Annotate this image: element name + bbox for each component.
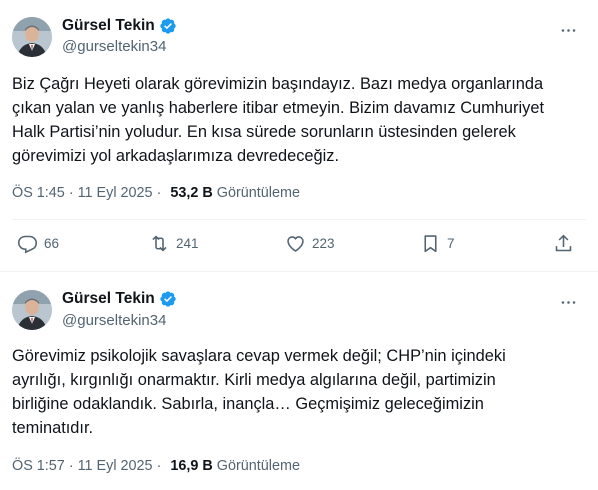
author-handle[interactable]: @gurseltekin34 xyxy=(62,38,166,55)
tweet-meta: ÖS 1:45 · 11 Eyl 2025 · 53,2 B Görüntüle… xyxy=(12,185,300,201)
avatar[interactable] xyxy=(12,290,52,330)
share-button[interactable] xyxy=(553,233,574,254)
more-icon[interactable] xyxy=(558,292,578,312)
meta-separator: · xyxy=(156,458,162,474)
tweet-text: Biz Çağrı Heyeti olarak görevimizin başı… xyxy=(12,75,545,165)
meta-separator: · xyxy=(156,185,162,201)
author-handle[interactable]: @gurseltekin34 xyxy=(62,312,166,329)
reply-count: 66 xyxy=(44,236,60,251)
divider xyxy=(12,219,586,220)
tweet-date[interactable]: 11 Eyl 2025 xyxy=(78,458,153,474)
share-icon xyxy=(555,234,572,252)
tweet-meta: ÖS 1:57 · 11 Eyl 2025 · 16,9 B Görüntüle… xyxy=(12,458,300,474)
tweet-text: Görevimiz psikolojik savaşlara cevap ver… xyxy=(12,347,506,437)
bookmark-button[interactable]: 7 xyxy=(420,233,455,254)
tweet-time[interactable]: ÖS 1:45 xyxy=(12,185,65,201)
author-name[interactable]: Gürsel Tekin xyxy=(62,17,155,35)
reply-button[interactable]: 66 xyxy=(17,233,59,254)
meta-separator: · xyxy=(68,458,74,474)
views-count: 53,2 B xyxy=(170,185,213,201)
action-bar: 66 241 223 7 xyxy=(12,233,586,257)
repost-count: 241 xyxy=(176,236,199,251)
verified-badge-icon xyxy=(159,290,177,308)
like-button[interactable]: 223 xyxy=(285,233,335,254)
author-name[interactable]: Gürsel Tekin xyxy=(62,290,155,308)
like-count: 223 xyxy=(312,236,335,251)
bookmark-count: 7 xyxy=(447,236,455,251)
tweet: Gürsel Tekin @gurseltekin34 Biz Çağrı He… xyxy=(0,0,598,272)
like-icon xyxy=(287,236,304,252)
reply-icon xyxy=(17,235,38,254)
views-label: Görüntüleme xyxy=(216,185,300,201)
avatar[interactable] xyxy=(12,17,52,57)
repost-button[interactable]: 241 xyxy=(149,233,199,254)
tweet-date[interactable]: 11 Eyl 2025 xyxy=(78,185,153,201)
views-count: 16,9 B xyxy=(170,458,213,474)
author-row: Gürsel Tekin xyxy=(62,290,177,308)
verified-badge-icon xyxy=(159,17,177,35)
author-row: Gürsel Tekin xyxy=(62,17,177,35)
repost-icon xyxy=(152,235,167,252)
meta-separator: · xyxy=(68,185,74,201)
views-label: Görüntüleme xyxy=(216,458,300,474)
more-icon[interactable] xyxy=(558,20,578,40)
bookmark-icon xyxy=(424,235,437,253)
tweet-time[interactable]: ÖS 1:57 xyxy=(12,458,65,474)
tweet: Gürsel Tekin @gurseltekin34 Görevimiz ps… xyxy=(0,272,598,490)
